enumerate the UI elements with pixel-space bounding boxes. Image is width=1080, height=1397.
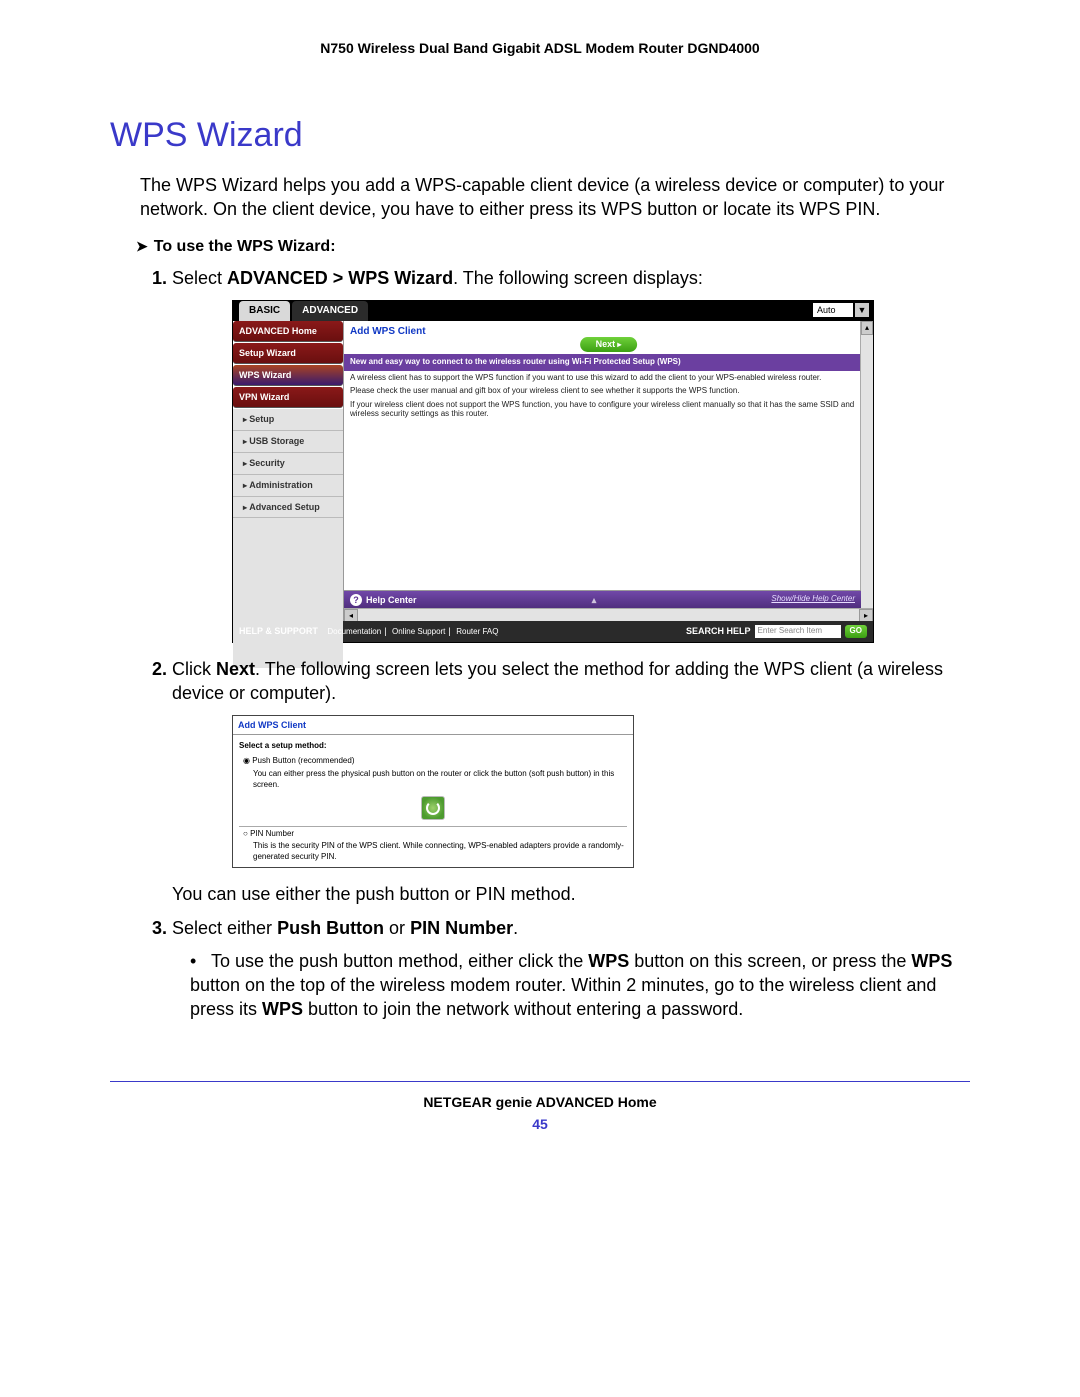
section-title: WPS Wizard <box>110 116 970 155</box>
radio-push-button-label: Push Button (recommended) <box>252 756 354 765</box>
step3-b2: PIN Number <box>410 918 513 938</box>
footer-chapter-label: NETGEAR genie ADVANCED Home <box>110 1094 970 1110</box>
online-support-link[interactable]: Online Support <box>392 627 445 636</box>
shot2-subheading: Select a setup method: <box>239 741 627 752</box>
content-p3: If your wireless client does not support… <box>344 398 873 420</box>
top-tab-bar: BASIC ADVANCED Auto ▼ <box>233 301 873 321</box>
step3-mid: or <box>384 918 410 938</box>
language-dropdown-icon[interactable]: ▼ <box>855 303 869 317</box>
after-shot2-text: You can use either the push button or PI… <box>172 882 970 906</box>
step3-pre: Select either <box>172 918 277 938</box>
step3-b1: Push Button <box>277 918 384 938</box>
help-support-links: HELP & SUPPORT Documentation| Online Sup… <box>239 625 502 638</box>
step3-post: . <box>513 918 518 938</box>
sidebar-item-security[interactable]: Security <box>233 453 343 475</box>
content-subheading: New and easy way to connect to the wirel… <box>344 354 873 371</box>
page-number: 45 <box>110 1116 970 1132</box>
content-p2: Please check the user manual and gift bo… <box>344 384 873 397</box>
content-p1: A wireless client has to support the WPS… <box>344 371 873 384</box>
step-2: Click Next. The following screen lets yo… <box>172 657 970 907</box>
tab-advanced[interactable]: ADVANCED <box>292 301 368 321</box>
radio-pin-number-label: PIN Number <box>250 829 294 838</box>
horizontal-scrollbar[interactable]: ◂ ▸ <box>344 608 873 621</box>
divider <box>239 826 627 827</box>
scroll-right-icon[interactable]: ▸ <box>859 609 873 621</box>
step-3: Select either Push Button or PIN Number.… <box>172 916 970 1021</box>
tab-basic[interactable]: BASIC <box>239 301 290 321</box>
sidebar-item-wps-wizard[interactable]: WPS Wizard <box>233 365 343 386</box>
sidebar-nav: ADVANCED Home Setup Wizard WPS Wizard VP… <box>233 321 343 621</box>
bullet-b2: WPS <box>911 951 952 971</box>
next-button[interactable]: Next <box>580 337 638 352</box>
wps-soft-button-icon[interactable] <box>421 796 445 820</box>
sidebar-item-advanced-setup[interactable]: Advanced Setup <box>233 497 343 519</box>
push-button-description: You can either press the physical push b… <box>253 769 627 791</box>
bullet-b1: WPS <box>588 951 629 971</box>
shot2-title: Add WPS Client <box>233 716 633 735</box>
step2-post: . The following screen lets you select t… <box>172 659 943 703</box>
step1-pre: Select <box>172 268 227 288</box>
sidebar-item-usb-storage[interactable]: USB Storage <box>233 431 343 453</box>
step2-pre: Click <box>172 659 216 679</box>
bullet-t4: button to join the network without enter… <box>303 999 743 1019</box>
help-support-label: HELP & SUPPORT <box>239 626 318 636</box>
doc-header-title: N750 Wireless Dual Band Gigabit ADSL Mod… <box>110 40 970 56</box>
procedure-heading: To use the WPS Wizard: <box>136 238 970 256</box>
radio-push-button[interactable]: ◉ Push Button (recommended) <box>243 756 627 767</box>
step1-post: . The following screen displays: <box>453 268 703 288</box>
radio-pin-number[interactable]: ○ PIN Number <box>243 829 627 840</box>
help-icon: ? <box>350 594 362 606</box>
help-center-label: Help Center <box>366 594 417 606</box>
scroll-up-icon[interactable]: ▴ <box>861 321 873 335</box>
sidebar-item-advanced-home[interactable]: ADVANCED Home <box>233 321 343 342</box>
step3-bullet: To use the push button method, either cl… <box>190 949 970 1022</box>
search-input[interactable]: Enter Search Item <box>755 625 841 638</box>
intro-paragraph: The WPS Wizard helps you add a WPS-capab… <box>140 173 970 222</box>
collapse-icon[interactable]: ▴ <box>592 594 597 606</box>
screenshot-wps-wizard: BASIC ADVANCED Auto ▼ ADVANCED Home Setu… <box>232 300 874 643</box>
vertical-scrollbar[interactable]: ▴ <box>860 321 873 621</box>
router-faq-link[interactable]: Router FAQ <box>456 627 498 636</box>
sidebar-item-setup-wizard[interactable]: Setup Wizard <box>233 343 343 364</box>
screenshot-select-method: Add WPS Client Select a setup method: ◉ … <box>232 715 634 868</box>
go-button[interactable]: GO <box>845 625 867 638</box>
language-select[interactable]: Auto <box>813 303 853 317</box>
bullet-b3: WPS <box>262 999 303 1019</box>
pin-number-description: This is the security PIN of the WPS clie… <box>253 841 627 863</box>
step2-bold: Next <box>216 659 255 679</box>
show-hide-help-link[interactable]: Show/Hide Help Center <box>771 594 855 605</box>
sidebar-item-vpn-wizard[interactable]: VPN Wizard <box>233 387 343 408</box>
search-help-label: SEARCH HELP <box>686 625 751 637</box>
bullet-t2: button on this screen, or press the <box>629 951 911 971</box>
step-1: Select ADVANCED > WPS Wizard. The follow… <box>172 266 970 643</box>
sidebar-item-setup[interactable]: Setup <box>233 409 343 431</box>
bullet-t1: To use the push button method, either cl… <box>211 951 588 971</box>
footer-rule <box>110 1081 970 1082</box>
step1-bold: ADVANCED > WPS Wizard <box>227 268 453 288</box>
content-pane: Add WPS Client Next New and easy way to … <box>343 321 873 621</box>
sidebar-empty <box>233 518 343 668</box>
help-center-bar[interactable]: ? Help Center ▴ Show/Hide Help Center <box>344 590 861 609</box>
scroll-left-icon[interactable]: ◂ <box>344 609 358 621</box>
documentation-link[interactable]: Documentation <box>327 627 381 636</box>
sidebar-item-administration[interactable]: Administration <box>233 475 343 497</box>
